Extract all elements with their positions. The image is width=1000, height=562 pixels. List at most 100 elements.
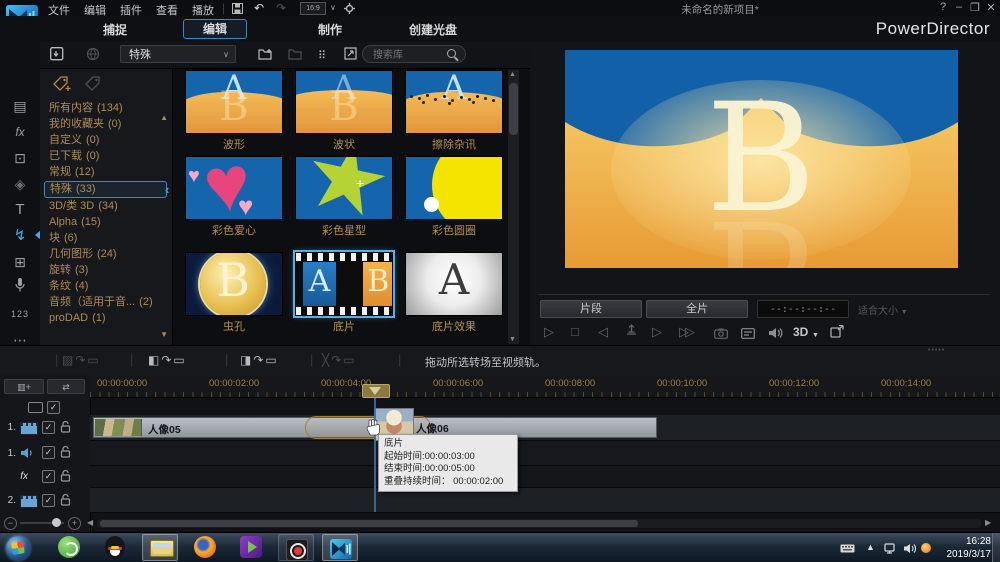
taskbar-recorder-slot[interactable] — [278, 534, 314, 561]
snapshot-camera-icon[interactable] — [714, 326, 728, 344]
transition-thumbnail[interactable]: ★ + — [295, 156, 393, 220]
taskbar-powerdirector-slot[interactable] — [322, 534, 358, 561]
track-lock-icon[interactable] — [60, 469, 71, 487]
taskbar-qq-icon[interactable] — [104, 536, 126, 558]
apply-transition-random-button[interactable]: ╳↷▭ — [322, 353, 357, 367]
redo-icon[interactable]: ↷ — [276, 1, 286, 15]
zoom-in-button[interactable]: + — [68, 517, 81, 530]
taskbar-media-player-icon[interactable] — [240, 536, 262, 558]
scrollbar-thumb[interactable] — [509, 83, 518, 135]
transition-thumbnail[interactable]: A — [405, 70, 503, 134]
media-room-icon[interactable]: ▤ — [0, 95, 40, 117]
seek-button[interactable] — [625, 323, 638, 341]
category-custom[interactable]: 自定义(0) — [44, 133, 165, 148]
undock-preview-icon[interactable] — [830, 325, 844, 343]
transition-thumbnail[interactable]: ♥ ♥ ♥ — [185, 156, 283, 220]
fx-track[interactable] — [90, 466, 1000, 488]
transition-thumbnail[interactable] — [405, 156, 503, 220]
preview-quality-icon[interactable] — [741, 326, 755, 344]
add-tag-icon[interactable] — [52, 75, 72, 96]
search-input[interactable] — [371, 47, 449, 63]
transition-thumbnail[interactable]: A B — [295, 70, 393, 134]
transition-room-icon[interactable]: ↯ — [0, 225, 40, 247]
tray-network-icon[interactable] — [884, 543, 897, 556]
timecode-display[interactable]: --:--:--:-- — [757, 300, 849, 318]
search-icon[interactable] — [447, 49, 456, 58]
track-enable-checkbox[interactable]: ✓ — [42, 470, 55, 483]
category-audio[interactable]: 音频（适用于音...(2) — [44, 295, 165, 310]
tab-create-disc[interactable]: 创建光盘 — [383, 21, 483, 38]
video-track-2[interactable] — [90, 488, 1000, 513]
apply-transition-crossfade-button[interactable]: ◨↷▭ — [240, 353, 279, 367]
category-scroll-up-icon[interactable]: ▲ — [160, 113, 168, 122]
track-lock-icon[interactable] — [60, 493, 71, 511]
particle-room-icon[interactable]: ◈ — [0, 173, 40, 195]
play-button[interactable]: ▷ — [544, 323, 554, 341]
movie-mode-button[interactable]: 全片 — [646, 300, 748, 318]
category-filter-dropdown[interactable]: 特殊 ∨ — [120, 45, 236, 63]
fast-forward-button[interactable]: ▷▷ — [679, 323, 691, 341]
show-desktop-button[interactable] — [992, 533, 1000, 562]
restore-button[interactable]: ❐ — [968, 1, 982, 14]
library-item-film-effect[interactable]: A 底片效果 — [405, 252, 503, 334]
tray-security-icon[interactable] — [921, 543, 931, 553]
zoom-out-button[interactable]: − — [4, 517, 17, 530]
apply-transition-prefix-button[interactable]: ▨↷▭ — [62, 353, 101, 367]
import-media-icon[interactable] — [50, 47, 66, 66]
timeline-scrollbar[interactable] — [97, 519, 981, 528]
taskbar-explorer-slot[interactable] — [142, 534, 178, 561]
category-special-selected[interactable]: 特殊(33) — [44, 181, 167, 198]
category-block[interactable]: 块(6) — [44, 231, 165, 246]
download-templates-icon[interactable] — [86, 47, 101, 66]
apply-transition-postfix-button[interactable]: ◧↷▭ — [148, 353, 187, 367]
zoom-slider-handle[interactable] — [52, 518, 61, 527]
tab-produce[interactable]: 制作 — [295, 21, 365, 38]
clip-mode-button[interactable]: 片段 — [540, 300, 642, 318]
tray-volume-icon[interactable] — [903, 543, 917, 556]
3d-toggle-button[interactable]: 3D — [793, 323, 808, 341]
category-geometric[interactable]: 几何图形(24) — [44, 247, 165, 262]
resize-thumbnails-icon[interactable] — [344, 47, 358, 65]
save-icon[interactable] — [232, 3, 243, 17]
grid-view-icon[interactable]: ⠿ — [318, 47, 326, 65]
stop-button[interactable]: □ — [571, 323, 579, 341]
category-downloaded[interactable]: 已下载(0) — [44, 149, 165, 164]
new-folder-icon[interactable] — [258, 47, 273, 65]
transition-thumbnail[interactable]: B — [185, 252, 283, 316]
panel-resize-handle[interactable]: ••••• — [928, 347, 945, 354]
timeline-scrollbar-thumb[interactable] — [100, 520, 638, 527]
track-manager-button[interactable]: ▥+ — [4, 379, 44, 394]
preview-video[interactable]: B B — [565, 50, 958, 268]
scroll-right-icon[interactable]: ▶ — [985, 518, 991, 527]
aspect-ratio-selector[interactable]: 16:9 — [300, 2, 326, 15]
folder-icon[interactable] — [288, 47, 303, 65]
master-track-checkbox[interactable]: ✓ — [47, 401, 60, 414]
library-item-erase-noise[interactable]: A 擦除杂讯 — [405, 70, 503, 152]
category-3d[interactable]: 3D/类 3D(34) — [44, 199, 165, 214]
library-item-wave[interactable]: A B 波形 — [185, 70, 283, 152]
transition-thumbnail-selected[interactable]: A B — [295, 252, 393, 316]
taskbar-browser-360-icon[interactable] — [58, 536, 80, 558]
minimize-button[interactable]: – — [952, 1, 966, 13]
volume-icon[interactable] — [768, 326, 784, 344]
library-item-color-circle[interactable]: 彩色圆圈 — [405, 156, 503, 238]
collapse-panel-chevron[interactable]: ‹ — [165, 182, 169, 197]
taskbar-clock[interactable]: 16:28 2019/3/17 — [933, 535, 991, 561]
title-room-icon[interactable]: T — [0, 199, 40, 221]
snap-toggle-button[interactable]: ⇄ — [47, 379, 85, 394]
tab-capture[interactable]: 捕捉 — [75, 21, 155, 38]
library-item-color-heart[interactable]: ♥ ♥ ♥ 彩色爱心 — [185, 156, 283, 238]
3d-dropdown-icon[interactable]: ▼ — [812, 327, 819, 345]
track-enable-checkbox[interactable]: ✓ — [42, 494, 55, 507]
library-item-wormhole[interactable]: B 虫孔 — [185, 252, 283, 334]
track-lock-icon[interactable] — [60, 420, 71, 438]
category-rotate[interactable]: 旋转(3) — [44, 263, 165, 278]
library-scrollbar[interactable]: ▲ ▼ — [508, 70, 519, 344]
audio-mixing-room-icon[interactable]: ⊞ — [0, 251, 40, 273]
category-scroll-down-icon[interactable]: ▼ — [160, 330, 168, 339]
gear-icon[interactable] — [344, 3, 355, 17]
voiceover-room-icon[interactable] — [0, 277, 40, 299]
playhead-marker[interactable] — [362, 384, 390, 398]
track-enable-checkbox[interactable]: ✓ — [42, 446, 55, 459]
chapter-room-icon[interactable]: 123 — [0, 303, 40, 325]
